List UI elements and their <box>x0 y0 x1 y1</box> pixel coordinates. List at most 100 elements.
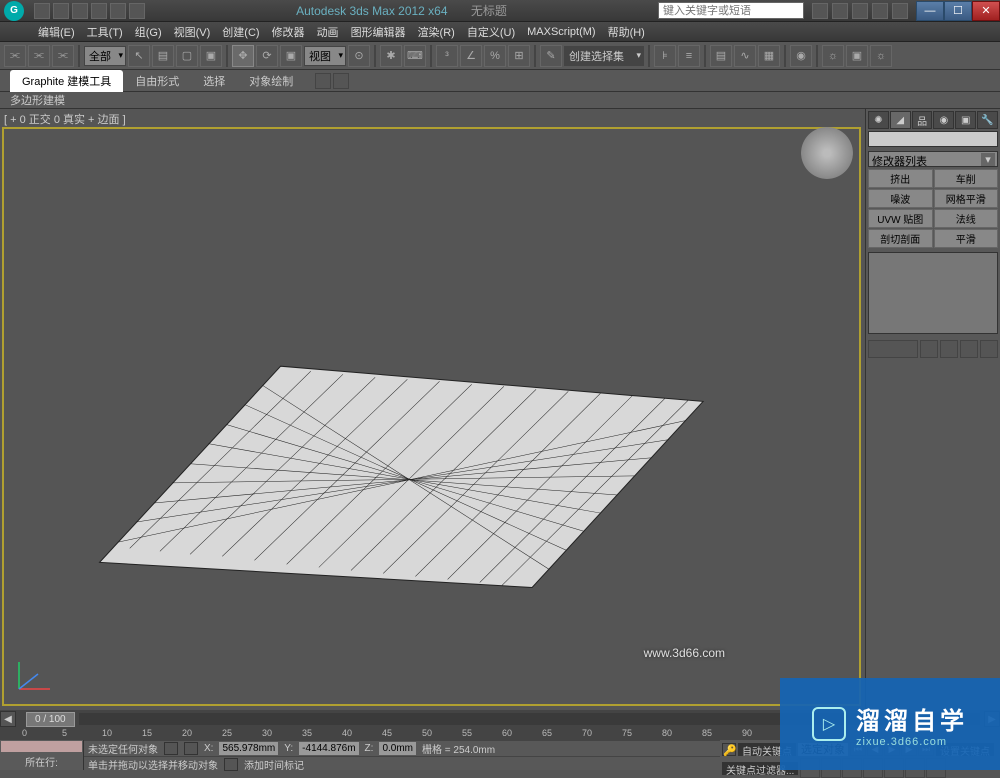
rotate-icon[interactable]: ⟳ <box>256 45 278 67</box>
manipulate-icon[interactable]: ✱ <box>380 45 402 67</box>
viewport-label[interactable]: [ + 0 正交 0 真实 + 边面 ] <box>4 111 126 127</box>
modifier-stack[interactable] <box>868 252 998 334</box>
maxscript-mini-listener[interactable]: 所在行: <box>0 740 84 770</box>
menu-rendering[interactable]: 渲染(R) <box>412 22 461 42</box>
qat-undo-icon[interactable] <box>91 3 107 19</box>
favorites-icon[interactable] <box>872 3 888 19</box>
pin-stack-icon[interactable] <box>868 340 918 358</box>
qat-redo-icon[interactable] <box>110 3 126 19</box>
preset-extrude[interactable]: 挤出 <box>868 169 933 188</box>
z-coord-field[interactable]: 0.0mm <box>379 742 416 755</box>
preset-smooth[interactable]: 平滑 <box>934 229 999 248</box>
preset-slice[interactable]: 剖切剖面 <box>868 229 933 248</box>
coord-display-icon[interactable] <box>184 742 198 755</box>
menu-graph-editors[interactable]: 图形编辑器 <box>345 22 412 42</box>
lock-icon[interactable] <box>164 742 178 755</box>
ribbon-minimize-icon[interactable] <box>315 73 331 89</box>
preset-normal[interactable]: 法线 <box>934 209 999 228</box>
selection-filter-dropdown[interactable]: 全部 <box>84 46 126 66</box>
rendered-frame-icon[interactable]: ▣ <box>846 45 868 67</box>
configure-sets-icon[interactable] <box>980 340 998 358</box>
utilities-tab-icon[interactable]: 🔧 <box>977 111 998 129</box>
link-icon[interactable]: ⫘ <box>4 45 26 67</box>
align-icon[interactable]: ≡ <box>678 45 700 67</box>
spinner-snap-icon[interactable]: ⊞ <box>508 45 530 67</box>
pivot-center-icon[interactable]: ⊙ <box>348 45 370 67</box>
display-tab-icon[interactable]: ▣ <box>955 111 976 129</box>
modify-tab-icon[interactable]: ◢ <box>890 111 911 129</box>
render-prod-icon[interactable]: ☼ <box>870 45 892 67</box>
render-setup-icon[interactable]: ☼ <box>822 45 844 67</box>
search-icon[interactable] <box>812 3 828 19</box>
ribbon-tab-paint[interactable]: 对象绘制 <box>237 70 305 92</box>
preset-meshsmooth[interactable]: 网格平滑 <box>934 189 999 208</box>
select-by-name-icon[interactable]: ▤ <box>152 45 174 67</box>
menu-view[interactable]: 视图(V) <box>168 22 217 42</box>
qat-open-icon[interactable] <box>53 3 69 19</box>
minimize-button[interactable]: — <box>916 1 944 21</box>
ribbon-dropdown-icon[interactable] <box>333 73 349 89</box>
hierarchy-tab-icon[interactable]: 品 <box>912 111 933 129</box>
ribbon-tab-freeform[interactable]: 自由形式 <box>123 70 191 92</box>
key-icon[interactable]: 🔑 <box>722 743 736 756</box>
preset-noise[interactable]: 噪波 <box>868 189 933 208</box>
menu-animation[interactable]: 动画 <box>311 22 345 42</box>
timetag-icon[interactable] <box>224 758 238 771</box>
unlink-icon[interactable]: ⫘ <box>28 45 50 67</box>
create-tab-icon[interactable]: ✺ <box>868 111 889 129</box>
y-coord-field[interactable]: -4144.876m <box>299 742 358 755</box>
mirror-icon[interactable]: ⊧ <box>654 45 676 67</box>
curve-editor-icon[interactable]: ∿ <box>734 45 756 67</box>
edit-named-sel-icon[interactable]: ✎ <box>540 45 562 67</box>
show-end-result-icon[interactable] <box>920 340 938 358</box>
maximize-button[interactable]: ☐ <box>944 1 972 21</box>
menu-group[interactable]: 组(G) <box>129 22 168 42</box>
ribbon-tab-graphite[interactable]: Graphite 建模工具 <box>10 70 123 92</box>
close-button[interactable]: ✕ <box>972 1 1000 21</box>
object-name-field[interactable] <box>868 131 998 147</box>
exchange-icon[interactable] <box>852 3 868 19</box>
scale-icon[interactable]: ▣ <box>280 45 302 67</box>
modifier-list-dropdown[interactable]: 修改器列表 <box>868 151 998 167</box>
qat-dropdown-icon[interactable] <box>129 3 145 19</box>
select-object-icon[interactable]: ↖ <box>128 45 150 67</box>
time-slider-handle[interactable]: 0 / 100 <box>26 712 75 727</box>
preset-lathe[interactable]: 车削 <box>934 169 999 188</box>
ref-coord-dropdown[interactable]: 视图 <box>304 46 346 66</box>
bind-spacewarp-icon[interactable]: ⫘ <box>52 45 74 67</box>
x-coord-field[interactable]: 565.978mm <box>219 742 278 755</box>
menu-customize[interactable]: 自定义(U) <box>461 22 521 42</box>
select-region-icon[interactable]: ▢ <box>176 45 198 67</box>
help-search-input[interactable] <box>658 2 804 19</box>
schematic-view-icon[interactable]: ▦ <box>758 45 780 67</box>
menu-edit[interactable]: 编辑(E) <box>32 22 81 42</box>
percent-snap-icon[interactable]: % <box>484 45 506 67</box>
move-icon[interactable]: ✥ <box>232 45 254 67</box>
viewcube[interactable] <box>801 127 853 179</box>
subscription-icon[interactable] <box>832 3 848 19</box>
menu-maxscript[interactable]: MAXScript(M) <box>521 24 601 40</box>
menu-modifiers[interactable]: 修改器 <box>266 22 311 42</box>
help-icon[interactable] <box>892 3 908 19</box>
named-selection-dropdown[interactable]: 创建选择集 <box>564 46 644 66</box>
viewport[interactable] <box>2 127 861 706</box>
qat-save-icon[interactable] <box>72 3 88 19</box>
prev-frame-icon[interactable]: ◀ <box>0 711 16 727</box>
layers-icon[interactable]: ▤ <box>710 45 732 67</box>
keyboard-shortcut-icon[interactable]: ⌨ <box>404 45 426 67</box>
angle-snap-icon[interactable]: ∠ <box>460 45 482 67</box>
ribbon-panel-label[interactable]: 多边形建模 <box>0 92 1000 109</box>
preset-uvwmap[interactable]: UVW 贴图 <box>868 209 933 228</box>
menu-help[interactable]: 帮助(H) <box>602 22 651 42</box>
window-crossing-icon[interactable]: ▣ <box>200 45 222 67</box>
snap-toggle-icon[interactable]: ³ <box>436 45 458 67</box>
qat-new-icon[interactable] <box>34 3 50 19</box>
motion-tab-icon[interactable]: ◉ <box>933 111 954 129</box>
material-editor-icon[interactable]: ◉ <box>790 45 812 67</box>
menu-tools[interactable]: 工具(T) <box>81 22 129 42</box>
menu-create[interactable]: 创建(C) <box>216 22 265 42</box>
make-unique-icon[interactable] <box>940 340 958 358</box>
axis-gizmo-icon[interactable] <box>14 654 54 694</box>
ribbon-tab-selection[interactable]: 选择 <box>191 70 237 92</box>
remove-modifier-icon[interactable] <box>960 340 978 358</box>
